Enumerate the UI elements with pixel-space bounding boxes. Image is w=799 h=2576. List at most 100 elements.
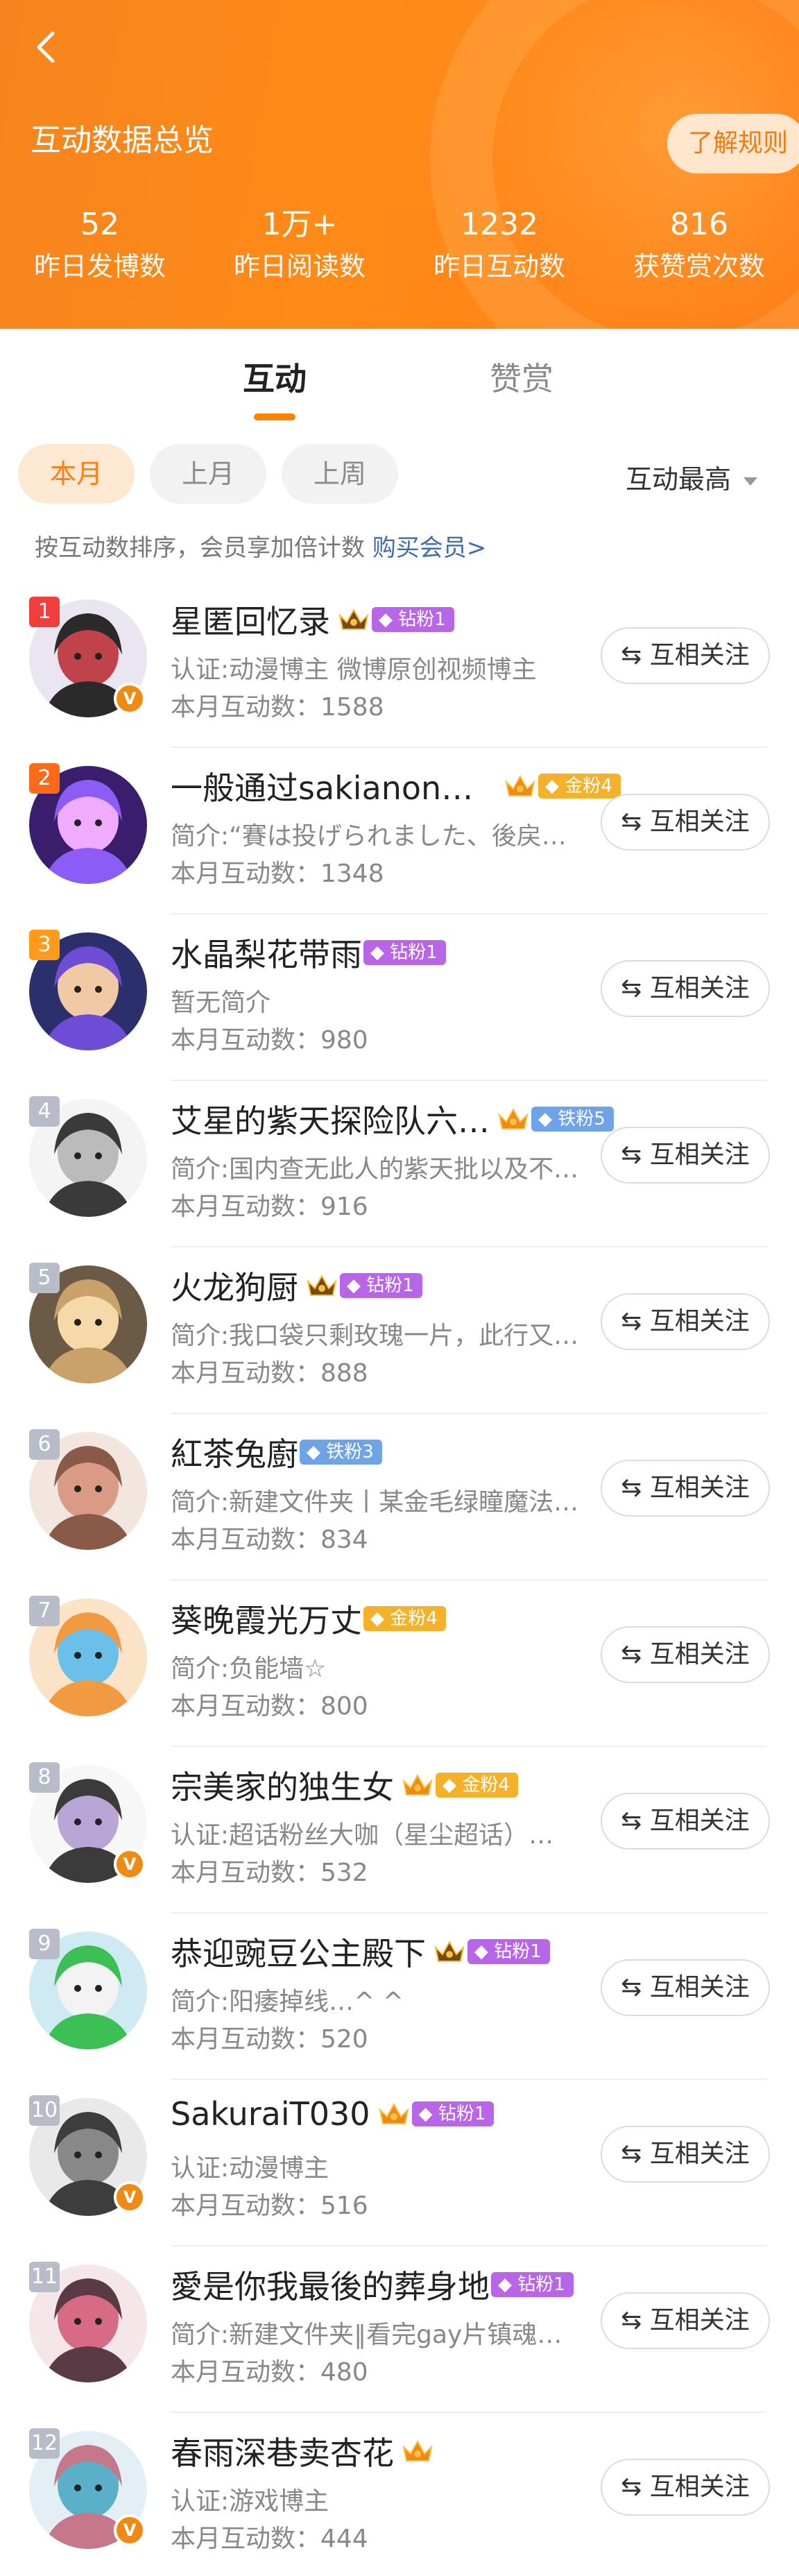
user-name[interactable]: 一般通过sakianon厨… bbox=[171, 763, 497, 809]
user-name-line: 艾星的紫天探险队六… ◆ 铁粉5 bbox=[171, 1096, 614, 1142]
fan-level-label: 金粉4 bbox=[565, 776, 612, 796]
crown-icon bbox=[401, 2437, 434, 2465]
content-sheet: 互动 赞赏 本月 上月 上周 互动最高 按互动数排序，会员享加倍计数 购买会员>… bbox=[0, 329, 799, 2576]
stat-value: 1万+ bbox=[261, 207, 338, 242]
stat-label: 昨日互动数 bbox=[433, 251, 565, 282]
fan-level-badge: ◆ 铁粉5 bbox=[531, 1107, 614, 1132]
user-name[interactable]: 愛是你我最後的葬身地 bbox=[171, 2262, 490, 2308]
mutual-follow-button[interactable]: ⇆ 互相关注 bbox=[601, 1626, 770, 1683]
user-name[interactable]: 火龙狗厨 bbox=[171, 1263, 298, 1308]
user-description: 简介:新建文件夹‖看完gay片镇魂… bbox=[171, 2321, 562, 2349]
stat-interactions[interactable]: 1232 昨日互动数 bbox=[400, 205, 599, 296]
user-description: 简介:负能墙☆ bbox=[171, 1655, 327, 1683]
user-name[interactable]: 水晶梨花带雨 bbox=[171, 930, 362, 975]
user-description: 认证:超话粉丝大咖（星尘超话）… bbox=[171, 1821, 554, 1850]
user-row[interactable]: 5 火龙狗厨 ◆ 钻粉1 简介:我口袋只剩玫瑰一片，此行又… 本月互动数：888 ⇆ 互相… bbox=[0, 1247, 799, 1414]
user-row[interactable]: 4 艾星的紫天探险队六… ◆ 铁粉5 简介:国内查无此人的紫天批以及不… 本月互动数：9… bbox=[0, 1081, 799, 1247]
stat-value: 52 bbox=[80, 207, 119, 242]
mutual-follow-button[interactable]: ⇆ 互相关注 bbox=[601, 1793, 770, 1850]
stat-reads[interactable]: 1万+ 昨日阅读数 bbox=[200, 205, 400, 296]
user-description: 简介:新建文件夹丨某金毛绿瞳魔法… bbox=[171, 1488, 579, 1517]
tab-bar: 互动 赞赏 bbox=[0, 329, 799, 433]
user-row[interactable]: 11 愛是你我最後的葬身地 ◆ 钻粉1 简介:新建文件夹‖看完gay片镇魂… 本月互动数… bbox=[0, 2246, 799, 2413]
user-row[interactable]: 7 葵晚霞光万丈 ◆ 金粉4 简介:负能墙☆ 本月互动数：800 ⇆ 互相关注 bbox=[0, 1580, 799, 1747]
user-row[interactable]: 8 V 宗美家的独生女 ◆ 金粉4 认证:超话粉丝大咖（星尘超话）… 本月互动数：532 ⇆… bbox=[0, 1747, 799, 1913]
mutual-follow-button[interactable]: ⇆ 互相关注 bbox=[601, 960, 770, 1017]
user-name-line: 一般通过sakianon厨… ◆ 金粉4 bbox=[171, 763, 621, 809]
rank-badge: 5 bbox=[29, 1263, 60, 1293]
crown-icon bbox=[305, 1272, 338, 1299]
learn-rules-button[interactable]: 了解规则 bbox=[667, 114, 799, 173]
fan-gem-icon: ◆ bbox=[498, 2274, 512, 2295]
interaction-count: 本月互动数：888 bbox=[171, 1359, 368, 1388]
mutual-follow-button[interactable]: ⇆ 互相关注 bbox=[601, 1959, 770, 2016]
user-name[interactable]: SakuraiT030 bbox=[171, 2095, 370, 2133]
user-row[interactable]: 2 一般通过sakianon厨… ◆ 金粉4 简介:“賽は投げられました、後戻… 本月互… bbox=[0, 748, 799, 914]
tab-interaction[interactable]: 互动 bbox=[243, 354, 307, 400]
mutual-follow-button[interactable]: ⇆ 互相关注 bbox=[601, 2459, 770, 2516]
user-name-line: 星匿回忆录 ◆ 钻粉1 bbox=[171, 597, 454, 642]
stat-label: 昨日阅读数 bbox=[233, 251, 366, 282]
user-name-line: 愛是你我最後的葬身地 ◆ 钻粉1 bbox=[171, 2262, 574, 2308]
user-row[interactable]: 3 水晶梨花带雨 ◆ 钻粉1 暂无简介 本月互动数：980 ⇆ 互相关注 bbox=[0, 914, 799, 1081]
stat-rewards[interactable]: 816 获赞赏次数 bbox=[599, 205, 799, 296]
user-name[interactable]: 星匿回忆录 bbox=[171, 597, 330, 642]
user-row[interactable]: 12 V 春雨深巷卖杏花 认证:游戏博主 本月互动数：444 ⇆ 互相关注 bbox=[0, 2413, 799, 2576]
interaction-count: 本月互动数：1588 bbox=[171, 693, 384, 722]
verified-v-icon: V bbox=[114, 683, 146, 715]
filter-this-month[interactable]: 本月 bbox=[18, 444, 135, 504]
buy-membership-link[interactable]: 购买会员> bbox=[372, 534, 487, 562]
filter-last-month[interactable]: 上月 bbox=[150, 444, 266, 504]
fan-level-badge: ◆ 铁粉3 bbox=[300, 1440, 382, 1465]
user-name[interactable]: 艾星的紫天探险队六… bbox=[171, 1096, 490, 1142]
user-row[interactable]: 6 紅茶兔廚 ◆ 铁粉3 简介:新建文件夹丨某金毛绿瞳魔法… 本月互动数：834 ⇆ 互相… bbox=[0, 1414, 799, 1580]
user-name[interactable]: 宗美家的独生女 bbox=[171, 1762, 394, 1808]
mutual-follow-button[interactable]: ⇆ 互相关注 bbox=[601, 627, 770, 684]
fan-level-label: 钻粉1 bbox=[494, 1941, 542, 1962]
user-name[interactable]: 紅茶兔廚 bbox=[171, 1429, 298, 1475]
verified-v-icon: V bbox=[114, 1848, 146, 1880]
fan-gem-icon: ◆ bbox=[347, 1275, 361, 1296]
user-name-line: 紅茶兔廚 ◆ 铁粉3 bbox=[171, 1429, 382, 1475]
filter-last-week[interactable]: 上周 bbox=[282, 444, 398, 504]
user-name-line: 恭迎豌豆公主殿下 ◆ 钻粉1 bbox=[171, 1929, 550, 1974]
mutual-follow-button[interactable]: ⇆ 互相关注 bbox=[601, 794, 770, 851]
mutual-follow-button[interactable]: ⇆ 互相关注 bbox=[601, 2292, 770, 2349]
fan-level-label: 钻粉1 bbox=[517, 2274, 565, 2295]
user-name[interactable]: 恭迎豌豆公主殿下 bbox=[171, 1929, 426, 1974]
user-row[interactable]: 10 V SakuraiT030 ◆ 钻粉1 认证:动漫博主 本月互动数：516 ⇆ 互相关… bbox=[0, 2080, 799, 2246]
user-name[interactable]: 葵晚霞光万丈 bbox=[171, 1596, 362, 1641]
fan-level-badge: ◆ 金粉4 bbox=[363, 1606, 446, 1631]
interaction-count: 本月互动数：800 bbox=[171, 1692, 368, 1721]
user-row[interactable]: 1 V 星匿回忆录 ◆ 钻粉1 认证:动漫博主 微博原创视频博主 本月互动数：1588 ⇆ … bbox=[0, 581, 799, 748]
sort-hint: 按互动数排序，会员享加倍计数 购买会员> bbox=[35, 529, 486, 563]
interaction-count: 本月互动数：980 bbox=[171, 1026, 368, 1055]
sort-dropdown[interactable]: 互动最高 bbox=[626, 458, 758, 496]
fan-level-label: 金粉4 bbox=[390, 1608, 438, 1629]
tab-reward[interactable]: 赞赏 bbox=[490, 354, 553, 400]
user-name-line: 水晶梨花带雨 ◆ 钻粉1 bbox=[171, 930, 446, 975]
rank-badge: 6 bbox=[29, 1429, 60, 1460]
interaction-count: 本月互动数：916 bbox=[171, 1193, 368, 1221]
user-name-line: 火龙狗厨 ◆ 钻粉1 bbox=[171, 1263, 422, 1308]
user-description: 认证:动漫博主 微博原创视频博主 bbox=[171, 656, 537, 684]
interaction-count: 本月互动数：532 bbox=[171, 1859, 368, 1887]
mutual-follow-button[interactable]: ⇆ 互相关注 bbox=[601, 1460, 770, 1517]
interaction-count: 本月互动数：834 bbox=[171, 1526, 368, 1554]
stat-posts[interactable]: 52 昨日发博数 bbox=[0, 205, 200, 296]
fan-level-badge: ◆ 钻粉1 bbox=[372, 607, 454, 632]
fan-level-label: 金粉4 bbox=[462, 1775, 510, 1795]
mutual-follow-button[interactable]: ⇆ 互相关注 bbox=[601, 1127, 770, 1184]
rank-badge: 10 bbox=[29, 2095, 60, 2126]
interaction-count: 本月互动数：480 bbox=[171, 2358, 368, 2387]
mutual-follow-button[interactable]: ⇆ 互相关注 bbox=[601, 1293, 770, 1350]
fan-level-label: 钻粉1 bbox=[390, 942, 438, 963]
back-arrow-icon[interactable] bbox=[26, 26, 68, 68]
sort-label: 互动最高 bbox=[626, 464, 732, 495]
rank-badge: 3 bbox=[29, 930, 60, 960]
user-row[interactable]: 9 恭迎豌豆公主殿下 ◆ 钻粉1 简介:阳痿掉线…^ ^ 本月互动数：520 ⇆ 互相关注 bbox=[0, 1913, 799, 2080]
fan-level-label: 钻粉1 bbox=[438, 2104, 486, 2124]
user-name[interactable]: 春雨深巷卖杏花 bbox=[171, 2428, 394, 2474]
mutual-follow-button[interactable]: ⇆ 互相关注 bbox=[601, 2126, 770, 2183]
rank-badge: 8 bbox=[29, 1762, 60, 1793]
